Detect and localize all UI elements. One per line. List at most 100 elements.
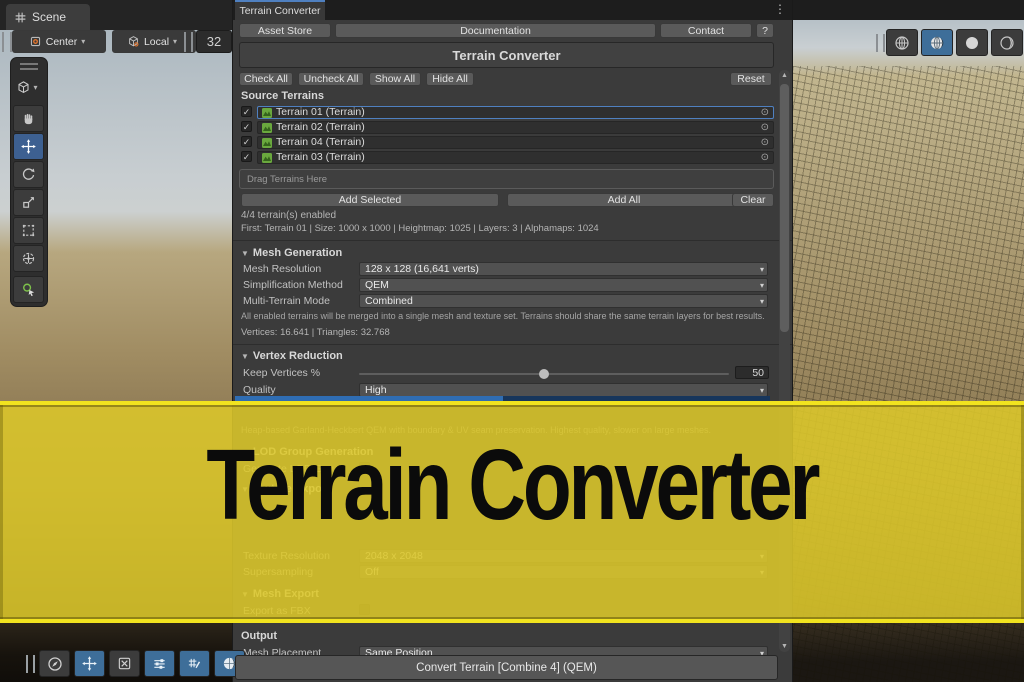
chevron-down-icon: ▾	[173, 37, 177, 46]
grid-snap-size-field[interactable]: 32	[196, 30, 232, 53]
simplification-method-dropdown[interactable]: QEM ▾	[359, 278, 768, 292]
wireframe-mode-button[interactable]	[886, 29, 918, 56]
dropdown-caret-icon: ▾	[760, 280, 764, 292]
terrain-row[interactable]: Terrain 02 (Terrain) ⊙	[257, 121, 774, 134]
move-overlay-button[interactable]	[74, 650, 105, 677]
foldout-icon: ▼	[241, 249, 249, 258]
mesh-resolution-label: Mesh Resolution	[243, 263, 321, 275]
mesh-resolution-dropdown[interactable]: 128 x 128 (16,641 verts) ▾	[359, 262, 768, 276]
overlay-drag-handle[interactable]	[20, 63, 38, 70]
terrain-icon	[262, 153, 272, 163]
keep-vertices-label: Keep Vertices %	[243, 367, 320, 379]
asset-store-button[interactable]: Asset Store	[239, 23, 331, 38]
move-icon	[21, 139, 36, 154]
output-title: Output	[241, 630, 277, 642]
terrain-checkbox[interactable]: ✓	[241, 151, 252, 162]
grid-snap-button[interactable]	[179, 650, 210, 677]
panel-title: Terrain Converter	[239, 42, 774, 68]
lighting-mode-button[interactable]	[991, 29, 1023, 56]
tool-settings-dropdown[interactable]: ▾	[13, 74, 45, 101]
scrollbar-thumb[interactable]	[780, 84, 789, 332]
shaded-mode-button[interactable]	[956, 29, 988, 56]
clear-button[interactable]: Clear	[732, 193, 774, 207]
gizmo-compass-button[interactable]	[39, 650, 70, 677]
slider-thumb[interactable]	[539, 369, 549, 379]
terrain-info-text: First: Terrain 01 | Size: 1000 x 1000 | …	[241, 223, 599, 234]
check-all-button[interactable]: Check All	[239, 72, 293, 86]
rotate-icon	[21, 167, 36, 182]
quality-dropdown[interactable]: High ▾	[359, 383, 768, 397]
multi-terrain-mode-label: Multi-Terrain Mode	[243, 295, 330, 307]
divider	[233, 344, 792, 345]
terrain-checkbox[interactable]: ✓	[241, 136, 252, 147]
bottom-toolbar	[26, 650, 245, 677]
scale-tool-button[interactable]	[13, 189, 44, 216]
chevron-down-icon: ▾	[33, 83, 37, 92]
overlay-drag-handle[interactable]	[26, 655, 35, 673]
view-options-button[interactable]	[144, 650, 175, 677]
terrain-row-label: Terrain 04 (Terrain)	[276, 137, 757, 148]
help-button[interactable]: ?	[756, 23, 774, 38]
compass-icon	[47, 656, 63, 672]
show-all-button[interactable]: Show All	[369, 72, 421, 86]
transform-tool-button[interactable]	[13, 245, 44, 272]
scene-tools-button[interactable]	[109, 650, 140, 677]
keep-vertices-slider[interactable]	[359, 373, 729, 375]
quality-label: Quality	[243, 384, 276, 396]
pivot-mode-dropdown[interactable]: Center ▾	[12, 30, 106, 53]
rotate-tool-button[interactable]	[13, 161, 44, 188]
uncheck-all-button[interactable]: Uncheck All	[298, 72, 364, 86]
documentation-button[interactable]: Documentation	[335, 23, 656, 38]
multi-terrain-mode-value: Combined	[365, 295, 413, 307]
cube-icon	[16, 80, 31, 95]
cube-icon	[127, 35, 140, 48]
object-picker-icon[interactable]: ⊙	[761, 123, 769, 133]
wireframe-sphere-icon	[894, 35, 910, 51]
scene-tools-overlay: ▾	[10, 57, 48, 307]
mesh-generation-title: Mesh Generation	[253, 247, 342, 259]
convert-terrain-button[interactable]: Convert Terrain [Combine 4] (QEM)	[235, 655, 778, 680]
object-picker-icon[interactable]: ⊙	[761, 153, 769, 163]
mesh-generation-header[interactable]: ▼ Mesh Generation	[241, 247, 342, 259]
contact-button[interactable]: Contact	[660, 23, 752, 38]
toolbar-drag-handle[interactable]	[184, 32, 193, 52]
custom-tool-button[interactable]	[13, 276, 44, 303]
terrain-row[interactable]: Terrain 01 (Terrain) ⊙	[257, 106, 774, 119]
overlay-drag-handle[interactable]	[876, 34, 885, 52]
shaded-wireframe-mode-button[interactable]	[921, 29, 953, 56]
reset-button[interactable]: Reset	[730, 72, 772, 86]
simplification-method-label: Simplification Method	[243, 279, 343, 291]
banner-title: Terrain Converter	[207, 433, 818, 538]
terrain-checkbox[interactable]: ✓	[241, 121, 252, 132]
vertex-reduction-header[interactable]: ▼ Vertex Reduction	[241, 350, 343, 362]
scene-tab-label: Scene	[32, 10, 66, 24]
move-tool-button[interactable]	[13, 133, 44, 160]
hide-all-button[interactable]: Hide All	[426, 72, 474, 86]
filter-buttons: Check All Uncheck All Show All Hide All	[239, 72, 474, 86]
custom-tool-icon	[21, 282, 36, 297]
terrain-row[interactable]: Terrain 04 (Terrain) ⊙	[257, 136, 774, 149]
object-picker-icon[interactable]: ⊙	[761, 108, 769, 118]
enabled-count-text: 4/4 terrain(s) enabled	[241, 210, 336, 221]
object-picker-icon[interactable]: ⊙	[761, 138, 769, 148]
drag-terrains-dropzone[interactable]: Drag Terrains Here	[239, 169, 774, 189]
foldout-icon: ▼	[241, 352, 249, 361]
grid-icon	[14, 11, 27, 24]
add-selected-button[interactable]: Add Selected	[241, 193, 499, 207]
tab-terrain-converter[interactable]: Terrain Converter	[235, 0, 325, 20]
chevron-down-icon: ▾	[81, 37, 85, 46]
multi-terrain-mode-dropdown[interactable]: Combined ▾	[359, 294, 768, 308]
add-all-button[interactable]: Add All	[507, 193, 741, 207]
terrain-row[interactable]: Terrain 03 (Terrain) ⊙	[257, 151, 774, 164]
terrain-checkbox[interactable]: ✓	[241, 106, 252, 117]
rect-tool-button[interactable]	[13, 217, 44, 244]
panel-menu-icon[interactable]: ⋮	[774, 2, 786, 16]
rect-tool-icon	[21, 223, 36, 238]
scroll-up-icon[interactable]: ▲	[779, 72, 790, 79]
scroll-down-icon[interactable]: ▼	[779, 643, 790, 650]
tab-scene[interactable]: Scene	[6, 4, 90, 30]
keep-vertices-value-field[interactable]: 50	[735, 366, 769, 379]
hand-tool-button[interactable]	[13, 105, 44, 132]
toolbar-drag-handle[interactable]	[2, 32, 12, 52]
tools-board-icon	[117, 656, 132, 671]
